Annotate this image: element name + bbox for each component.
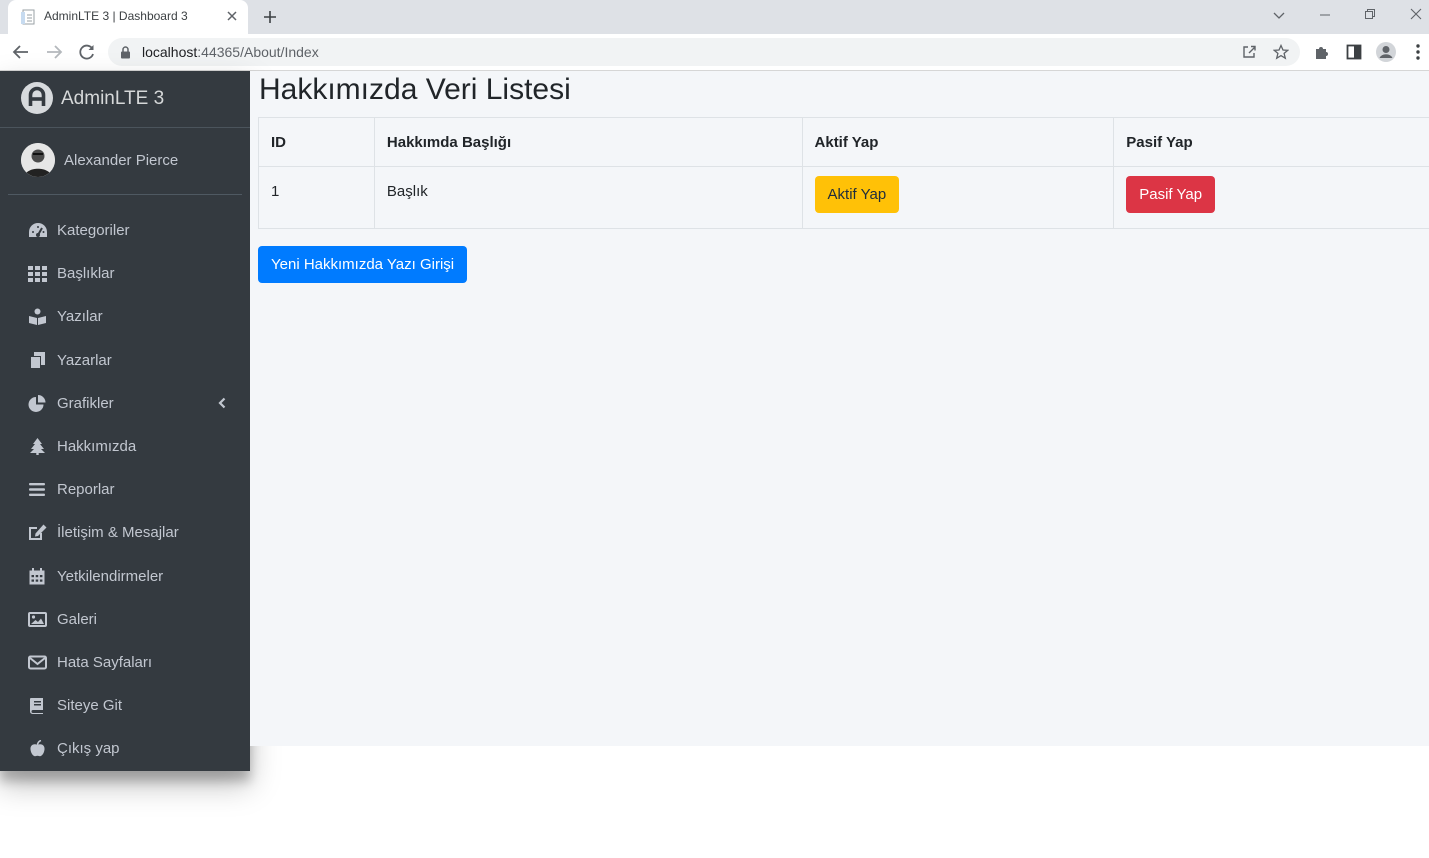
sidebar-item-reporlar[interactable]: Reporlar bbox=[8, 468, 242, 511]
envelope-icon bbox=[28, 654, 47, 671]
content-wrapper: Hakkımızda Veri Listesi ID Hakkımda Başl… bbox=[250, 71, 1429, 746]
forward-arrow-icon[interactable] bbox=[45, 43, 63, 61]
sidebar-item-basliklar[interactable]: Başlıklar bbox=[8, 252, 242, 295]
sidebar-item-hata-sayfalari[interactable]: Hata Sayfaları bbox=[8, 641, 242, 684]
adminlte-logo-icon bbox=[21, 82, 53, 114]
sidebar-item-label: Grafikler bbox=[57, 394, 114, 412]
tab-title: AdminLTE 3 | Dashboard 3 bbox=[44, 9, 188, 23]
sidebar-item-yetkilendirmeler[interactable]: Yetkilendirmeler bbox=[8, 555, 242, 598]
sidebar-item-siteye-git[interactable]: Siteye Git bbox=[8, 684, 242, 727]
browser-menu-icon[interactable] bbox=[1411, 43, 1425, 61]
sidebar-item-label: Kategoriler bbox=[57, 222, 130, 239]
sidebar-item-galeri[interactable]: Galeri bbox=[8, 598, 242, 641]
sidebar-item-label: Galeri bbox=[57, 610, 98, 628]
cell-title: Başlık bbox=[373, 166, 803, 229]
th-grid-icon bbox=[28, 265, 47, 283]
browser-tab-strip: AdminLTE 3 | Dashboard 3 bbox=[0, 0, 1429, 34]
url-host: localhost bbox=[142, 44, 198, 60]
sidebar-item-label: Hakkımızda bbox=[57, 437, 137, 455]
close-tab-icon[interactable] bbox=[226, 10, 238, 22]
reload-icon[interactable] bbox=[78, 43, 96, 61]
new-about-entry-button[interactable]: Yeni Hakkımızda Yazı Girişi bbox=[258, 246, 468, 283]
cell-activate: Aktif Yap bbox=[801, 166, 1115, 229]
browser-toolbar: localhost:44365/About/Index bbox=[0, 34, 1429, 71]
side-panel-icon[interactable] bbox=[1345, 43, 1363, 61]
sidebar-item-label: Çıkış yap bbox=[57, 740, 120, 758]
user-panel[interactable]: Alexander Pierce bbox=[8, 128, 242, 195]
about-table: ID Hakkımda Başlığı Aktif Yap Pasif Yap … bbox=[258, 117, 1429, 229]
page-favicon-icon bbox=[20, 9, 36, 25]
page-title: Hakkımızda Veri Listesi bbox=[259, 73, 571, 106]
angle-left-icon[interactable] bbox=[218, 397, 226, 409]
new-tab-icon[interactable] bbox=[262, 9, 278, 25]
url-text[interactable]: localhost:44365/About/Index bbox=[142, 44, 319, 60]
tab-search-icon[interactable] bbox=[1272, 8, 1286, 22]
url-path: :44365/About/Index bbox=[197, 44, 319, 60]
column-header-deactivate: Pasif Yap bbox=[1113, 117, 1429, 167]
main-sidebar: AdminLTE 3 Alexander Pierce Kategoriler … bbox=[0, 71, 250, 771]
sidebar-item-label: Başlıklar bbox=[57, 265, 115, 283]
sidebar-item-hakkimizda[interactable]: Hakkımızda bbox=[8, 425, 242, 468]
sidebar-item-label: Siteye Git bbox=[57, 697, 123, 715]
sidebar-item-cikis-yap[interactable]: Çıkış yap bbox=[8, 727, 242, 770]
sidebar-item-label: Hata Sayfaları bbox=[57, 653, 153, 671]
column-header-title: Hakkımda Başlığı bbox=[373, 117, 803, 167]
bars-icon bbox=[28, 481, 47, 498]
sidebar-nav: Kategoriler Başlıklar Yazılar Yazarlar G… bbox=[8, 209, 242, 770]
brand-link[interactable]: AdminLTE 3 bbox=[0, 71, 250, 128]
sidebar-item-label: Yazılar bbox=[57, 308, 103, 326]
sidebar-item-grafikler[interactable]: Grafikler bbox=[8, 382, 242, 425]
tachometer-icon bbox=[28, 222, 47, 239]
copy-icon bbox=[28, 351, 47, 369]
calendar-icon bbox=[28, 567, 47, 585]
sidebar-item-label: Reporlar bbox=[57, 481, 115, 499]
sidebar-item-label: Yetkilendirmeler bbox=[57, 567, 164, 585]
restore-icon[interactable] bbox=[1364, 8, 1376, 20]
minimize-icon[interactable] bbox=[1319, 8, 1331, 20]
cell-id: 1 bbox=[258, 166, 375, 229]
book-reader-icon bbox=[28, 308, 47, 326]
activate-button[interactable]: Aktif Yap bbox=[814, 176, 900, 213]
chart-pie-icon bbox=[28, 394, 47, 412]
deactivate-button[interactable]: Pasif Yap bbox=[1126, 176, 1216, 213]
table-header-row: ID Hakkımda Başlığı Aktif Yap Pasif Yap bbox=[258, 117, 1429, 167]
sidebar-item-yazarlar[interactable]: Yazarlar bbox=[8, 339, 242, 382]
table-row: 1 Başlık Aktif Yap Pasif Yap bbox=[258, 166, 1429, 229]
sidebar-item-iletisim-mesajlar[interactable]: İletişim & Mesajlar bbox=[8, 511, 242, 554]
sidebar-item-label: İletişim & Mesajlar bbox=[57, 524, 179, 542]
extensions-puzzle-icon[interactable] bbox=[1313, 43, 1331, 61]
apple-icon bbox=[28, 740, 47, 757]
bookmark-star-icon[interactable] bbox=[1273, 44, 1289, 60]
user-avatar bbox=[21, 143, 55, 177]
back-arrow-icon[interactable] bbox=[12, 43, 30, 61]
close-window-icon[interactable] bbox=[1410, 8, 1422, 20]
sidebar-item-label: Yazarlar bbox=[57, 351, 112, 369]
column-header-id: ID bbox=[258, 117, 375, 167]
user-name: Alexander Pierce bbox=[64, 152, 179, 169]
sidebar-item-yazilar[interactable]: Yazılar bbox=[8, 295, 242, 338]
column-header-activate: Aktif Yap bbox=[801, 117, 1115, 167]
book-icon bbox=[28, 697, 47, 715]
sidebar-item-kategoriler[interactable]: Kategoriler bbox=[8, 209, 242, 252]
edit-icon bbox=[28, 524, 47, 541]
profile-avatar-icon[interactable] bbox=[1375, 41, 1397, 63]
address-bar[interactable]: localhost:44365/About/Index bbox=[108, 38, 1300, 66]
share-icon[interactable] bbox=[1241, 44, 1257, 60]
browser-tab[interactable]: AdminLTE 3 | Dashboard 3 bbox=[8, 0, 248, 34]
tree-icon bbox=[28, 437, 47, 455]
image-icon bbox=[28, 611, 47, 628]
lock-icon bbox=[120, 46, 131, 59]
brand-text: AdminLTE 3 bbox=[61, 88, 165, 109]
cell-deactivate: Pasif Yap bbox=[1113, 166, 1429, 229]
